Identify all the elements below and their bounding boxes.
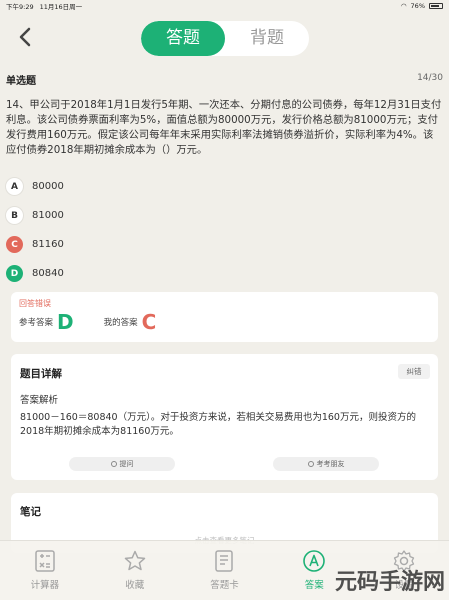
notes-title: 笔记	[20, 506, 41, 518]
detail-card: 题目详解 纠错 答案解析 81000－160＝80840（万元）。对于投资方来说…	[11, 354, 438, 480]
option-text: 80000	[32, 181, 64, 192]
result-row: 参考答案 D 我的答案 C	[19, 310, 156, 334]
quiz-friend-button[interactable]: 考考朋友	[273, 457, 379, 471]
chevron-left-icon	[19, 27, 31, 47]
header: 答题 背题	[0, 12, 449, 64]
calculator-icon	[35, 550, 55, 572]
tab-answer[interactable]: 答题	[141, 21, 225, 56]
option-text: 81160	[32, 239, 64, 250]
quiz-friend-label: 考考朋友	[316, 460, 345, 468]
tab-memorize[interactable]: 背题	[225, 21, 309, 56]
status-time: 下午9:29	[6, 3, 34, 11]
option-text: 81000	[32, 210, 64, 221]
ask-question-button[interactable]: 提问	[69, 457, 175, 471]
tab-favorites[interactable]: 收藏	[90, 541, 180, 600]
status-date: 11月16日周一	[39, 3, 83, 11]
result-card: 回答错误 参考答案 D 我的答案 C	[11, 292, 438, 342]
reference-answer: D	[57, 310, 74, 334]
option-letter: B	[6, 207, 23, 224]
status-bar: 下午9:29 11月16日周一 ◠ 76%	[0, 0, 449, 12]
answer-icon	[303, 550, 326, 572]
analysis-title: 答案解析	[20, 395, 59, 406]
mode-switch: 答题 背题	[141, 21, 309, 56]
watermark-logo: 元码手游网	[334, 570, 445, 595]
tab-label: 答题卡	[210, 580, 239, 591]
option-d[interactable]: D 80840	[6, 259, 306, 288]
battery-level: 76%	[410, 2, 425, 10]
answer-card-icon	[215, 550, 234, 572]
question-type: 单选题	[6, 76, 36, 87]
option-text: 80840	[32, 268, 64, 279]
my-answer-label: 我的答案	[103, 318, 138, 328]
reference-answer-label: 参考答案	[19, 318, 54, 328]
my-answer: C	[141, 310, 157, 334]
option-letter: D	[6, 265, 23, 282]
tab-label: 计算器	[30, 580, 60, 591]
option-letter: C	[6, 236, 23, 253]
option-c[interactable]: C 81160	[6, 230, 306, 259]
star-icon	[124, 550, 145, 571]
tab-label: 收藏	[125, 580, 145, 591]
option-list: A 80000 B 81000 C 81160 D 80840	[6, 172, 306, 288]
question-text: 14、甲公司于2018年1月1日发行5年期、一次还本、分期付息的公司债券，每年1…	[6, 99, 442, 156]
share-icon	[307, 461, 314, 467]
detail-title: 题目详解	[20, 368, 62, 380]
analysis-text: 81000－160＝80840（万元）。对于投资方来说，若相关交易费用也为160…	[20, 412, 416, 437]
option-a[interactable]: A 80000	[6, 172, 306, 201]
wifi-icon: ◠	[400, 2, 407, 10]
result-status: 回答错误	[19, 299, 51, 308]
tab-label: 答案	[304, 580, 324, 591]
tab-calculator[interactable]: 计算器	[0, 541, 90, 600]
tab-answer-card[interactable]: 答题卡	[180, 541, 270, 600]
option-letter: A	[6, 178, 23, 195]
ask-label: 提问	[119, 460, 134, 468]
question-icon	[110, 461, 117, 467]
report-error-button[interactable]: 纠错	[398, 364, 430, 379]
option-b[interactable]: B 81000	[6, 201, 306, 230]
question-counter: 14/30	[417, 73, 443, 83]
battery-icon	[429, 3, 443, 9]
back-button[interactable]	[14, 25, 38, 49]
